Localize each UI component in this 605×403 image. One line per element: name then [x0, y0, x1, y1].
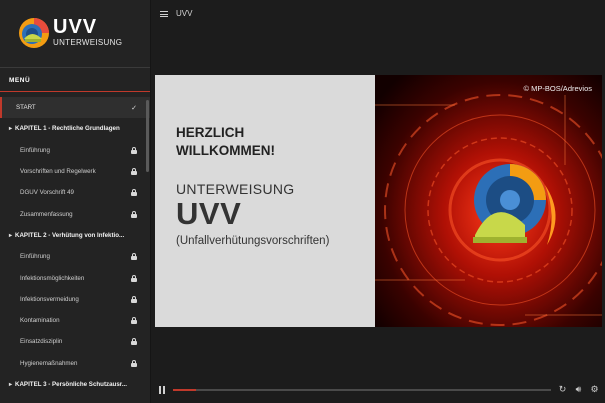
menu-item-zusammenfassung[interactable]: Zusammenfassung [0, 203, 150, 224]
menu-item-label: Hygienemaßnahmen [20, 359, 78, 367]
menu-chapter-3[interactable]: ▸ KAPITEL 3 - Persönliche Schutzausr... [0, 374, 150, 395]
menu-item-kontamination[interactable]: Kontamination [0, 310, 150, 331]
menu-item-label: Einführung [20, 146, 50, 154]
lock-icon [131, 168, 137, 176]
course-type: UNTERWEISUNG [176, 181, 295, 197]
hero-image [375, 75, 602, 327]
menu-item-vorschriften[interactable]: Vorschriften und Regelwerk [0, 161, 150, 182]
menu-item-einfuehrung-2[interactable]: Einführung [0, 246, 150, 267]
menu-item-label: START [16, 104, 36, 112]
welcome-heading: HERZLICH WILLKOMMEN! [176, 124, 366, 160]
lock-icon [131, 274, 137, 282]
welcome-heading-line2: WILLKOMMEN! [176, 143, 275, 158]
menu-item-label: KAPITEL 1 - Rechtliche Grundlagen [15, 125, 120, 133]
menu-chapter-2[interactable]: ▸ KAPITEL 2 - Verhütung von Infektio... [0, 225, 150, 246]
menu-item-einfuehrung-1[interactable]: Einführung [0, 140, 150, 161]
top-bar: UVV [151, 0, 605, 28]
pause-icon[interactable] [159, 386, 165, 394]
menu-item-dguv-49[interactable]: DGUV Vorschrift 49 [0, 182, 150, 203]
menu-item-label: DGUV Vorschrift 49 [20, 189, 74, 197]
course-code: UVV [176, 196, 242, 231]
lock-icon [131, 338, 137, 346]
logo-subtitle: UNTERWEISUNG [53, 38, 123, 47]
menu-item-start[interactable]: START ✓ [0, 97, 150, 119]
logo-title: UVV [53, 16, 98, 38]
menu-chapter-1[interactable]: ▸ KAPITEL 1 - Rechtliche Grundlagen [0, 118, 150, 139]
sidebar-scrollbar[interactable] [146, 100, 149, 172]
check-icon: ✓ [131, 104, 137, 112]
menu-item-hygienemassnahmen[interactable]: Hygienemaßnahmen [0, 353, 150, 374]
menu-item-infektionsmoeglichkeiten[interactable]: Infektionsmöglichkeiten [0, 267, 150, 288]
sidebar: UVV UNTERWEISUNG MENÜ START ✓ ▸ KAPITEL … [0, 0, 151, 403]
welcome-heading-line1: HERZLICH [176, 125, 245, 140]
course-fullname: (Unfallverhütungsvorschriften) [176, 235, 330, 247]
menu-item-infektionsvermeidung[interactable]: Infektionsvermeidung [0, 289, 150, 310]
menu-item-label: Infektionsvermeidung [20, 295, 79, 303]
volume-icon[interactable]: 🔊︎ [573, 384, 584, 395]
menu-item-label: KAPITEL 2 - Verhütung von Infektio... [15, 231, 125, 239]
menu-underline [0, 91, 150, 92]
lock-icon [131, 210, 137, 218]
lock-icon [131, 359, 137, 367]
logo: UVV UNTERWEISUNG [18, 14, 148, 54]
menu-item-label: Einsatzdisziplin [20, 338, 63, 346]
app-window: UVV UNTERWEISUNG MENÜ START ✓ ▸ KAPITEL … [0, 0, 605, 403]
menu-label: MENÜ [9, 77, 31, 84]
menu-item-label: KAPITEL 3 - Persönliche Schutzausr... [15, 381, 127, 388]
seek-bar-progress [173, 389, 196, 391]
lock-icon [131, 189, 137, 197]
menu-item-label: Infektionsmöglichkeiten [20, 274, 85, 282]
lock-icon [131, 146, 137, 154]
menu-item-label: Einführung [20, 253, 50, 261]
image-copyright: © MP-BOS/Adrevios [523, 84, 592, 93]
sidebar-divider [0, 67, 150, 68]
menu-item-label: Kontamination [20, 317, 60, 325]
menu-item-einsatzdisziplin[interactable]: Einsatzdisziplin [0, 331, 150, 352]
seek-bar[interactable] [173, 389, 551, 391]
gear-icon[interactable]: ⚙ [589, 384, 600, 395]
hamburger-icon[interactable] [160, 11, 168, 17]
player-controls: ↻ 🔊︎ ⚙ [151, 378, 605, 403]
course-title: UVV [176, 9, 193, 18]
menu-list: START ✓ ▸ KAPITEL 1 - Rechtliche Grundla… [0, 97, 150, 395]
replay-icon[interactable]: ↻ [557, 384, 568, 395]
menu-item-label: Zusammenfassung [20, 210, 73, 218]
menu-item-label: Vorschriften und Regelwerk [20, 168, 96, 176]
slide: HERZLICH WILLKOMMEN! UNTERWEISUNG UVV (U… [155, 75, 602, 327]
lock-icon [131, 295, 137, 303]
lock-icon [131, 253, 137, 261]
welcome-panel: HERZLICH WILLKOMMEN! UNTERWEISUNG UVV (U… [155, 75, 375, 327]
lock-icon [131, 317, 137, 325]
logo-mark-icon [19, 18, 49, 48]
